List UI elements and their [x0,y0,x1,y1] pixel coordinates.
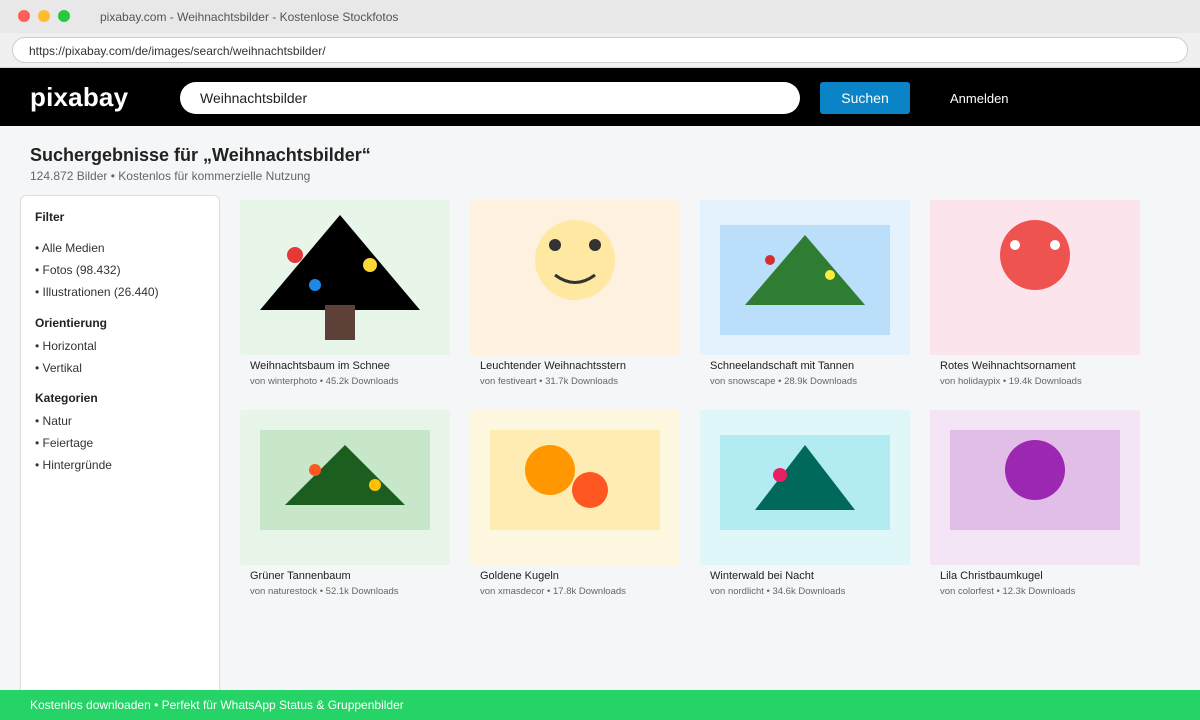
image-meta: von naturestock • 52.1k Downloads [250,586,399,597]
image-thumbnail[interactable] [240,200,450,355]
filter-illustrations[interactable]: • Illustrationen (26.440) [35,285,159,299]
image-thumbnail[interactable] [700,410,910,565]
category-holidays[interactable]: • Feiertage [35,436,93,450]
category-nature[interactable]: • Natur [35,414,72,428]
image-thumbnail[interactable] [240,410,450,565]
image-thumbnail[interactable] [930,200,1140,355]
promo-banner[interactable]: Kostenlos downloaden • Perfekt für Whats… [0,690,1200,720]
orientation-heading: Orientierung [35,316,108,330]
image-meta: von winterphoto • 45.2k Downloads [250,376,399,387]
image-meta: von holidaypix • 19.4k Downloads [940,376,1082,387]
image-title[interactable]: Winterwald bei Nacht [710,570,814,582]
site-header: pixabay Suchen Anmelden [0,68,1200,126]
image-title[interactable]: Rotes Weihnachtsornament [940,360,1076,372]
image-meta: von colorfest • 12.3k Downloads [940,586,1076,597]
filter-heading: Filter [35,210,65,224]
image-meta: von festiveart • 31.7k Downloads [480,376,618,387]
image-meta: von xmasdecor • 17.8k Downloads [480,586,626,597]
category-backgrounds[interactable]: • Hintergründe [35,458,112,472]
browser-titlebar: pixabay.com - Weihnachtsbilder - Kostenl… [0,0,1200,33]
search-button[interactable]: Suchen [820,82,910,114]
image-thumbnail[interactable] [470,200,680,355]
image-title[interactable]: Leuchtender Weihnachtsstern [480,360,626,372]
search-input[interactable] [180,82,800,114]
image-thumbnail[interactable] [930,410,1140,565]
image-thumbnail[interactable] [700,200,910,355]
close-window-button[interactable] [18,10,30,22]
image-title[interactable]: Grüner Tannenbaum [250,570,351,582]
filter-photos[interactable]: • Fotos (98.432) [35,263,121,277]
filter-all-media[interactable]: • Alle Medien [35,241,105,255]
minimize-window-button[interactable] [38,10,50,22]
filter-sidebar: Filter • Alle Medien • Fotos (98.432) • … [20,195,220,705]
login-link[interactable]: Anmelden [950,91,1009,106]
image-title[interactable]: Lila Christbaumkugel [940,570,1043,582]
categories-heading: Kategorien [35,391,98,405]
filter-horizontal[interactable]: • Horizontal [35,339,97,353]
filter-vertical[interactable]: • Vertikal [35,361,82,375]
pixabay-logo[interactable]: pixabay [30,82,128,113]
promo-banner-text: Kostenlos downloaden • Perfekt für Whats… [30,698,404,712]
maximize-window-button[interactable] [58,10,70,22]
address-bar-row: https://pixabay.com/de/images/search/wei… [0,33,1200,68]
image-meta: von snowscape • 28.9k Downloads [710,376,857,387]
tab-title: pixabay.com - Weihnachtsbilder - Kostenl… [100,10,399,24]
image-title[interactable]: Schneelandschaft mit Tannen [710,360,854,372]
results-subtitle: 124.872 Bilder • Kostenlos für kommerzie… [30,169,311,183]
results-title: Suchergebnisse für „Weihnachtsbilder“ [30,145,371,165]
image-meta: von nordlicht • 34.6k Downloads [710,586,846,597]
image-title[interactable]: Goldene Kugeln [480,570,559,582]
address-bar[interactable]: https://pixabay.com/de/images/search/wei… [12,37,1188,63]
image-thumbnail[interactable] [470,410,680,565]
image-title[interactable]: Weihnachtsbaum im Schnee [250,360,390,372]
